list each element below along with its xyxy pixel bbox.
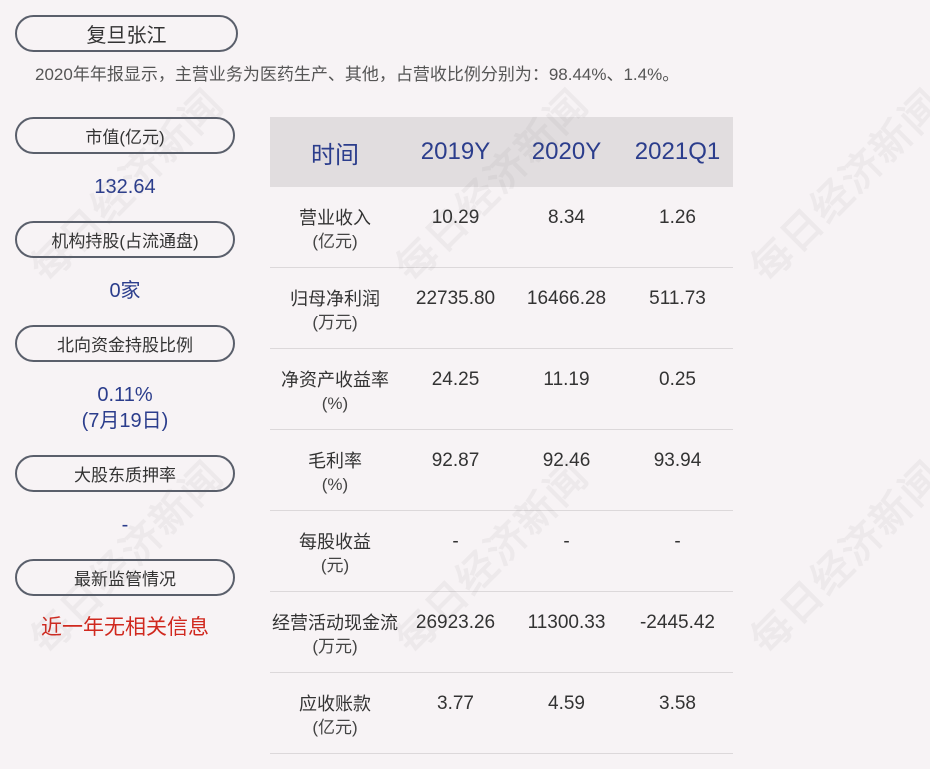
cell-value: 11.19 bbox=[543, 369, 590, 390]
cell-2019y: 3.77 bbox=[400, 673, 511, 716]
cell-2021q1: -2445.42 bbox=[622, 592, 733, 635]
row-unit: (亿元) bbox=[312, 718, 358, 737]
cell-2021q1: - bbox=[622, 511, 733, 554]
row-label-cell: 归母净利润 (万元) bbox=[270, 268, 400, 335]
cell-2020y: 4.59 bbox=[511, 673, 622, 716]
cell-value: 24.25 bbox=[431, 369, 480, 390]
cell-2019y: - bbox=[400, 511, 511, 554]
cell-value: 92.87 bbox=[431, 450, 480, 471]
cell-value: 16466.28 bbox=[526, 288, 607, 309]
stock-info-card: 每日经济新闻 每日经济新闻 每日经济新闻 每日经济新闻 每日经济新闻 每日经济新… bbox=[0, 0, 930, 769]
row-label: 每股收益 bbox=[299, 532, 371, 552]
row-label-cell: 净资产收益率 (%) bbox=[270, 349, 400, 416]
header-2020y: 2020Y bbox=[531, 138, 602, 165]
institutional-holding-value: 0家 bbox=[109, 280, 141, 302]
cell-value: 11300.33 bbox=[527, 612, 606, 633]
table-row: 应收账款 (亿元) 3.77 4.59 3.58 bbox=[270, 673, 733, 754]
table-row: 毛利率 (%) 92.87 92.46 93.94 bbox=[270, 430, 733, 511]
row-label: 净资产收益率 bbox=[281, 370, 389, 390]
table-row: 净资产收益率 (%) 24.25 11.19 0.25 bbox=[270, 349, 733, 430]
cell-2020y: 11300.33 bbox=[511, 592, 622, 635]
row-label: 营业收入 bbox=[299, 208, 371, 228]
business-summary: 2020年年报显示，主营业务为医药生产、其他，占营收比例分别为：98.44%、1… bbox=[35, 65, 680, 84]
cell-2020y: - bbox=[511, 511, 622, 554]
cell-value: 1.26 bbox=[659, 207, 696, 228]
cell-value: - bbox=[674, 531, 681, 552]
cell-2021q1: 511.73 bbox=[622, 268, 733, 311]
watermark-text: 每日经济新闻 bbox=[742, 80, 930, 292]
row-unit: (万元) bbox=[312, 313, 358, 332]
cell-2020y: 8.34 bbox=[511, 187, 622, 230]
pledge-ratio-value: - bbox=[121, 514, 129, 536]
regulatory-status-value: 近一年无相关信息 bbox=[41, 616, 209, 639]
cell-2019y: 10.29 bbox=[400, 187, 511, 230]
row-unit: (%) bbox=[321, 394, 349, 413]
cell-value: 22735.80 bbox=[415, 288, 496, 309]
northbound-holding-label: 北向资金持股比例 bbox=[15, 325, 235, 362]
cell-value: 3.58 bbox=[659, 693, 696, 714]
cell-value: -2445.42 bbox=[639, 612, 715, 633]
institutional-holding-label: 机构持股(占流通盘) bbox=[15, 221, 235, 258]
row-label-cell: 经营活动现金流 (万元) bbox=[270, 592, 400, 659]
cell-value: 4.59 bbox=[548, 693, 585, 714]
row-unit: (亿元) bbox=[312, 232, 358, 251]
row-label-cell: 营业收入 (亿元) bbox=[270, 187, 400, 254]
header-2021q1: 2021Q1 bbox=[634, 138, 721, 165]
market-cap-label: 市值(亿元) bbox=[15, 117, 235, 154]
cell-2019y: 26923.26 bbox=[400, 592, 511, 635]
cell-2020y: 11.19 bbox=[511, 349, 622, 392]
row-unit: (元) bbox=[320, 556, 350, 575]
watermark-text: 每日经济新闻 bbox=[742, 452, 930, 664]
cell-2020y: 16466.28 bbox=[511, 268, 622, 311]
northbound-holding-value: 0.11% bbox=[97, 384, 153, 406]
row-label-cell: 应收账款 (亿元) bbox=[270, 673, 400, 740]
cell-value: 92.46 bbox=[542, 450, 591, 471]
cell-value: 0.25 bbox=[659, 369, 696, 390]
header-period: 时间 bbox=[311, 141, 359, 169]
cell-2021q1: 0.25 bbox=[622, 349, 733, 392]
row-label-cell: 毛利率 (%) bbox=[270, 430, 400, 497]
table-row: 每股收益 (元) - - - bbox=[270, 511, 733, 592]
row-label: 归母净利润 bbox=[290, 289, 380, 309]
cell-value: - bbox=[452, 531, 459, 552]
table-header: 时间 2019Y 2020Y 2021Q1 bbox=[270, 117, 733, 187]
table-row: 营业收入 (亿元) 10.29 8.34 1.26 bbox=[270, 187, 733, 268]
cell-value: 26923.26 bbox=[415, 612, 496, 633]
cell-2021q1: 1.26 bbox=[622, 187, 733, 230]
cell-value: 3.77 bbox=[437, 693, 474, 714]
table-row: 经营活动现金流 (万元) 26923.26 11300.33 -2445.42 bbox=[270, 592, 733, 673]
row-label: 毛利率 bbox=[308, 451, 362, 471]
pledge-ratio-label: 大股东质押率 bbox=[15, 455, 235, 492]
cell-2019y: 92.87 bbox=[400, 430, 511, 473]
row-label-cell: 每股收益 (元) bbox=[270, 511, 400, 578]
cell-2021q1: 93.94 bbox=[622, 430, 733, 473]
row-unit: (%) bbox=[321, 475, 349, 494]
cell-2019y: 24.25 bbox=[400, 349, 511, 392]
cell-value: 511.73 bbox=[649, 288, 706, 309]
cell-2020y: 92.46 bbox=[511, 430, 622, 473]
company-name-pill: 复旦张江 bbox=[15, 15, 238, 52]
row-label: 应收账款 bbox=[299, 694, 371, 714]
cell-value: 93.94 bbox=[653, 450, 702, 471]
cell-value: 8.34 bbox=[548, 207, 585, 228]
cell-2019y: 22735.80 bbox=[400, 268, 511, 311]
cell-2021q1: 3.58 bbox=[622, 673, 733, 716]
cell-value: 10.29 bbox=[431, 207, 480, 228]
row-unit: (万元) bbox=[312, 637, 358, 656]
header-2019y: 2019Y bbox=[420, 138, 491, 165]
row-label: 经营活动现金流 bbox=[272, 613, 398, 633]
market-cap-value: 132.64 bbox=[94, 176, 156, 198]
financial-table: 时间 2019Y 2020Y 2021Q1 营业收入 (亿元) 10.29 8.… bbox=[270, 117, 733, 754]
northbound-holding-date: (7月19日) bbox=[81, 410, 169, 432]
table-row: 归母净利润 (万元) 22735.80 16466.28 511.73 bbox=[270, 268, 733, 349]
regulatory-status-label: 最新监管情况 bbox=[15, 559, 235, 596]
cell-value: - bbox=[563, 531, 570, 552]
